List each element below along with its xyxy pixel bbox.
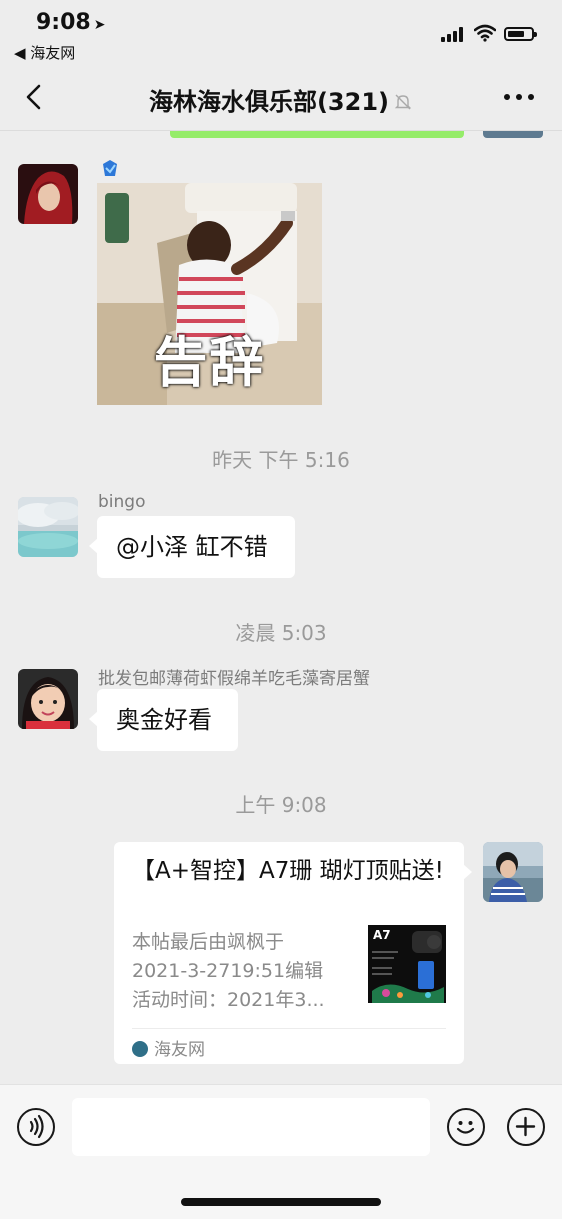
- card-thumbnail-label: A7: [373, 928, 391, 942]
- chat-title: 海林海水俱乐部(321): [0, 82, 562, 117]
- message-bubble[interactable]: @小泽 缸不错: [89, 516, 295, 578]
- sticker-caption: 告辞: [153, 331, 266, 394]
- chat-title-text: 海林海水俱乐部(321): [148, 88, 390, 116]
- message-input[interactable]: [72, 1098, 430, 1156]
- mute-bell-icon: [394, 94, 412, 110]
- avatar-partial: [483, 131, 543, 138]
- battery-icon: [504, 27, 537, 41]
- timestamp: 上午 9:08: [235, 793, 327, 817]
- plus-icon[interactable]: [507, 1108, 545, 1146]
- avatar[interactable]: [18, 164, 78, 224]
- card-source: 海友网: [132, 1035, 205, 1060]
- location-arrow-icon: ➤: [93, 17, 106, 33]
- wifi-icon: [474, 24, 496, 42]
- more-icon[interactable]: [504, 94, 534, 102]
- emoji-icon[interactable]: [447, 1108, 485, 1146]
- source-logo-icon: [132, 1041, 148, 1057]
- card-desc-line: 活动时间：2021年3...: [132, 989, 325, 1011]
- back-to-app-link[interactable]: ◀ 海友网: [14, 42, 75, 63]
- timestamp: 昨天 下午 5:16: [212, 448, 350, 472]
- status-bar: 9:08 ➤ ◀ 海友网: [0, 0, 562, 66]
- chat-nav-bar: 海林海水俱乐部(321): [0, 66, 562, 131]
- home-indicator[interactable]: [181, 1198, 381, 1206]
- sender-name: 批发包邮薄荷虾假绵羊吃毛藻寄居蟹: [98, 669, 370, 689]
- timestamp: 凌晨 5:03: [235, 621, 327, 645]
- sticker-image[interactable]: 告辞: [97, 183, 322, 405]
- cellular-signal-icon: [441, 26, 467, 42]
- message-bubble[interactable]: 奥金好看: [89, 689, 238, 751]
- sender-name: bingo: [98, 492, 146, 512]
- card-description: 本帖最后由飒枫于 2021-3-2719:51编辑 活动时间：2021年3...: [132, 928, 352, 1015]
- card-desc-line: 本帖最后由飒枫于: [132, 931, 285, 953]
- card-source-text: 海友网: [154, 1040, 205, 1060]
- link-card[interactable]: 【A+智控】A7珊 瑚灯顶贴送! 本帖最后由飒枫于 2021-3-2719:51…: [114, 842, 472, 1064]
- my-avatar[interactable]: [483, 842, 543, 902]
- card-desc-line: 2021-3-2719:51编辑: [132, 960, 324, 982]
- avatar[interactable]: [18, 497, 78, 557]
- card-title: 【A+智控】A7珊 瑚灯顶贴送!: [132, 858, 444, 884]
- voice-icon[interactable]: [17, 1108, 55, 1146]
- sticker-badge-icon: [103, 160, 117, 176]
- status-time-text: 9:08: [36, 10, 91, 35]
- sent-bubble-partial: [170, 131, 464, 138]
- card-divider: [132, 1028, 446, 1029]
- status-time: 9:08 ➤: [36, 10, 105, 35]
- card-thumbnail: A7: [368, 925, 446, 1003]
- avatar[interactable]: [18, 669, 78, 729]
